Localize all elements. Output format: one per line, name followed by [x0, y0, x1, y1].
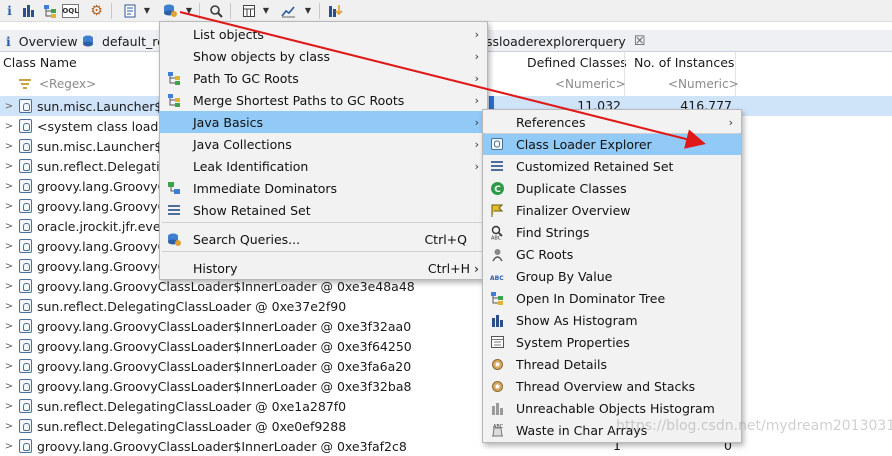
annotation-arrow: [179, 11, 706, 149]
